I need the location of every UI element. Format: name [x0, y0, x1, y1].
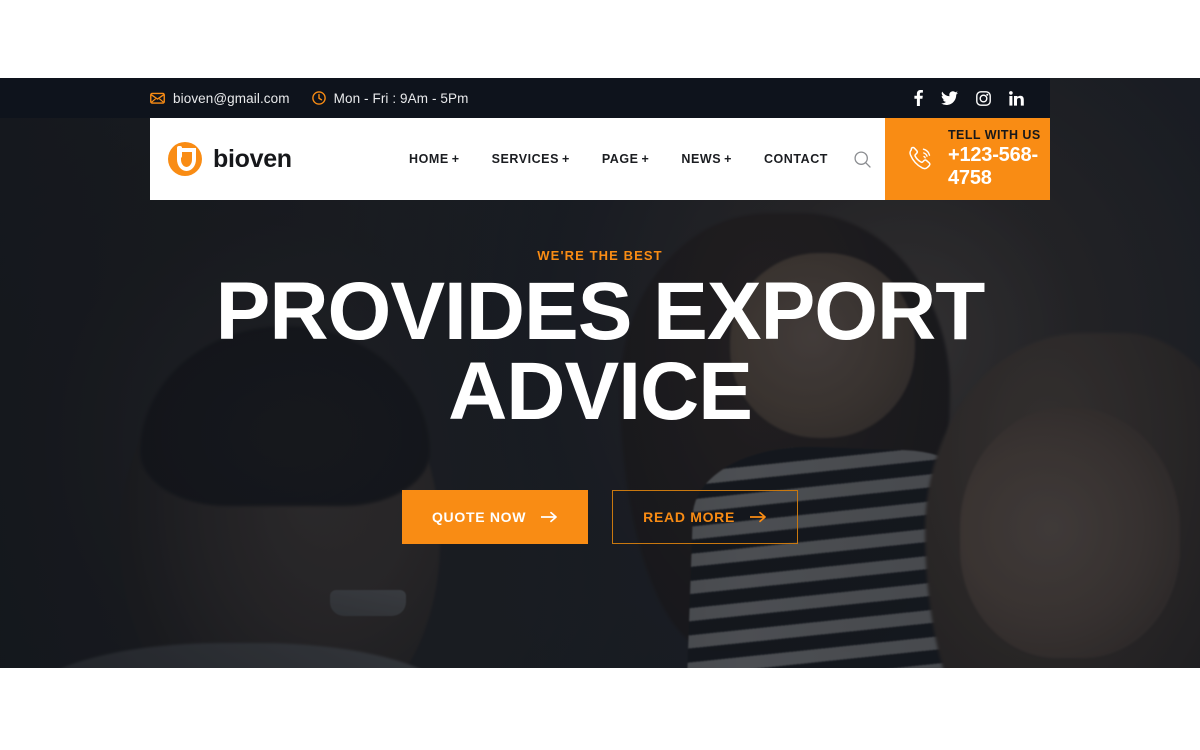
navbar-white-panel: bioven HOME + SERVICES + PAGE + NEWS + CONTA… — [150, 118, 885, 200]
topbar-hours-text: Mon - Fri : 9Am - 5Pm — [333, 90, 469, 106]
hero-eyebrow: WE'RE THE BEST — [537, 247, 663, 263]
nav-item-news[interactable]: NEWS + — [665, 152, 748, 166]
primary-menu: HOME + SERVICES + PAGE + NEWS + CONTACT — [393, 150, 871, 168]
topbar-email-text: bioven@gmail.com — [173, 90, 290, 106]
nav-item-services[interactable]: SERVICES + — [476, 152, 586, 166]
hero-headline: PROVIDES EXPORT ADVICE — [216, 270, 986, 432]
quote-now-button[interactable]: QUOTE NOW — [401, 490, 589, 545]
clock-icon — [311, 91, 326, 105]
nav-plus-news: + — [724, 152, 732, 166]
tell-with-us-label: TELL WITH US — [947, 128, 1041, 142]
social-links — [914, 90, 1034, 106]
hero-headline-line-2: ADVICE — [448, 346, 753, 437]
topbar-hours: Mon - Fri : 9Am - 5Pm — [311, 90, 469, 106]
nav-label-services: SERVICES — [491, 152, 559, 166]
nav-plus-services: + — [561, 152, 570, 166]
search-icon[interactable] — [854, 150, 871, 168]
read-more-button[interactable]: READ MORE — [612, 490, 799, 545]
topbar-email[interactable]: bioven@gmail.com — [150, 91, 290, 106]
envelope-icon — [150, 92, 165, 104]
nav-label-contact: CONTACT — [763, 152, 828, 166]
main-navbar: bioven HOME + SERVICES + PAGE + NEWS + CONTA… — [150, 118, 1050, 200]
nav-plus-page: + — [641, 152, 650, 166]
top-utility-bar: bioven@gmail.com Mon - Fri : 9Am - 5Pm — [0, 78, 1050, 118]
nav-label-home: HOME — [409, 152, 449, 166]
nav-label-news: NEWS — [681, 152, 722, 166]
nav-plus-home: + — [451, 152, 460, 166]
nav-item-contact[interactable]: CONTACT — [748, 152, 844, 166]
arrow-right-icon — [749, 511, 767, 523]
tell-with-us-number: +123-568-4758 — [947, 144, 1038, 189]
brand-logo[interactable]: bioven — [168, 142, 393, 176]
arrow-right-icon — [540, 511, 558, 523]
twitter-icon[interactable] — [941, 91, 958, 105]
hero-button-row: QUOTE NOW READ MORE — [401, 490, 799, 545]
tell-text-group: TELL WITH US +123-568-4758 — [948, 128, 1050, 190]
nav-item-page[interactable]: PAGE + — [586, 152, 666, 166]
hero-headline-line-1: PROVIDES EXPORT — [215, 265, 986, 357]
linkedin-icon[interactable] — [1009, 90, 1024, 106]
page-root: WE'RE THE BEST PROVIDES EXPORT ADVICE QU… — [0, 0, 1200, 750]
bioven-logo-icon — [168, 142, 202, 176]
brand-name: bioven — [213, 144, 292, 173]
tell-with-us-block[interactable]: TELL WITH US +123-568-4758 — [884, 118, 1050, 200]
quote-now-label: QUOTE NOW — [431, 509, 527, 526]
top-bar-left-group: bioven@gmail.com Mon - Fri : 9Am - 5Pm — [150, 91, 914, 106]
instagram-icon[interactable] — [976, 90, 991, 106]
read-more-label: READ MORE — [643, 509, 736, 526]
nav-label-page: PAGE — [601, 152, 639, 166]
facebook-icon[interactable] — [914, 90, 923, 106]
nav-item-home[interactable]: HOME + — [393, 152, 476, 166]
phone-ring-icon — [905, 144, 935, 174]
